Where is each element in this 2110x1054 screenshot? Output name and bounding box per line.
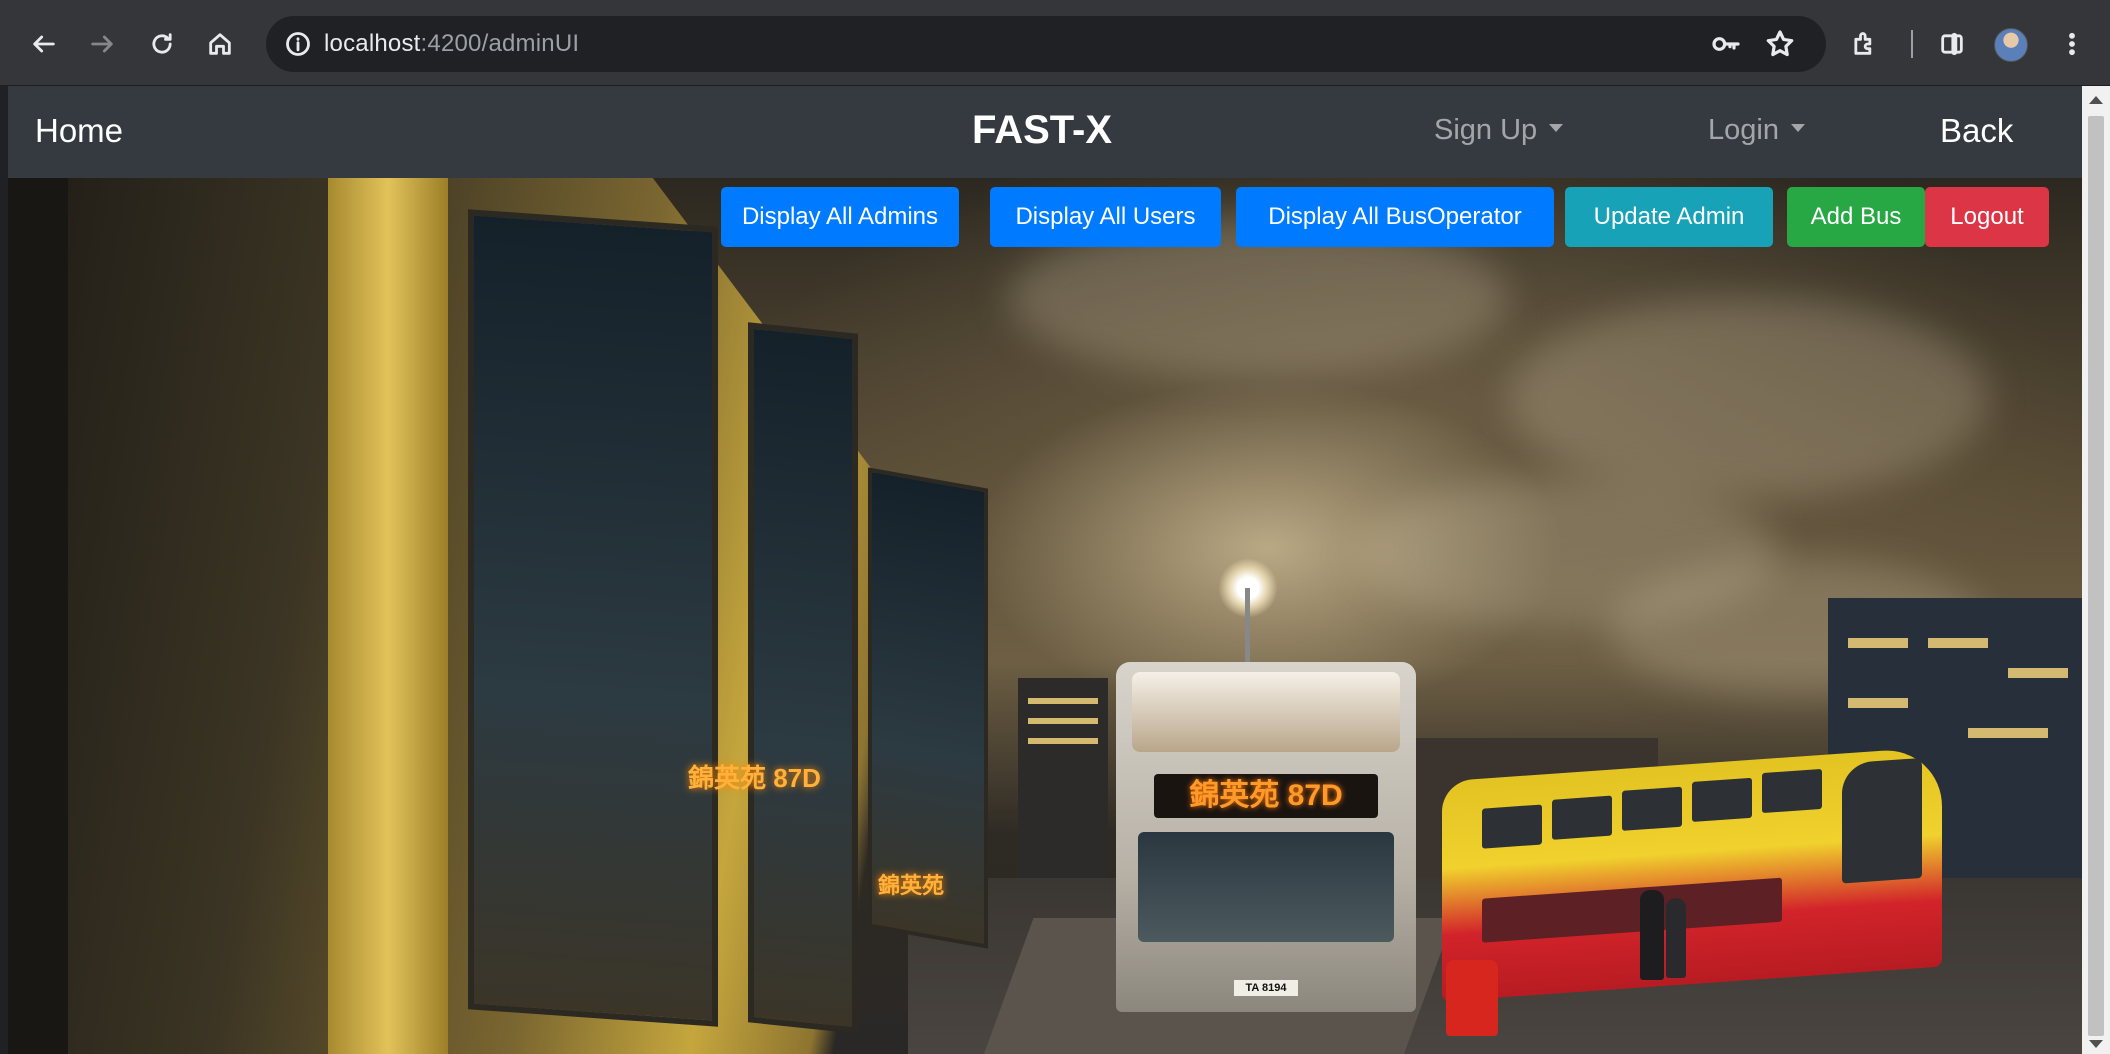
back-arrow-icon[interactable] bbox=[22, 22, 66, 66]
profile-avatar[interactable] bbox=[1994, 28, 2028, 62]
bus-station-background-image: 錦英苑 87D TA 8194 錦英苑 87D 錦英苑 bbox=[8, 178, 2082, 1054]
left-bus-closeup: 錦英苑 87D 錦英苑 bbox=[8, 178, 1048, 1054]
chevron-down-icon bbox=[1549, 124, 1564, 133]
home-icon[interactable] bbox=[198, 22, 242, 66]
page-viewport: Home FAST-X Sign Up Login Back 錦英苑 87D T… bbox=[8, 86, 2082, 1054]
red-yellow-bus bbox=[1442, 746, 1942, 1002]
forward-arrow-icon[interactable] bbox=[80, 22, 124, 66]
nav-home-link[interactable]: Home bbox=[35, 112, 123, 150]
update-admin-button[interactable]: Update Admin bbox=[1565, 187, 1773, 247]
login-dropdown[interactable]: Login bbox=[1708, 114, 1805, 147]
nav-back-link[interactable]: Back bbox=[1940, 112, 2013, 150]
browser-toolbar: localhost:4200/adminUI bbox=[0, 0, 2110, 86]
scroll-up-icon[interactable] bbox=[2089, 96, 2103, 104]
scroll-down-icon[interactable] bbox=[2089, 1040, 2103, 1048]
password-key-icon[interactable] bbox=[1710, 28, 1742, 60]
center-bus: 錦英苑 87D TA 8194 bbox=[1116, 662, 1416, 1012]
display-all-users-button[interactable]: Display All Users bbox=[990, 187, 1221, 247]
brand-title: FAST-X bbox=[972, 108, 1113, 152]
top-navbar: Home FAST-X Sign Up Login Back bbox=[8, 86, 2082, 178]
display-all-admins-button[interactable]: Display All Admins bbox=[721, 187, 959, 247]
signup-dropdown[interactable]: Sign Up bbox=[1434, 114, 1564, 147]
site-info-icon[interactable] bbox=[284, 30, 312, 58]
chevron-down-icon bbox=[1790, 124, 1805, 133]
bookmark-star-icon[interactable] bbox=[1764, 28, 1796, 60]
page-scrollbar[interactable] bbox=[2082, 86, 2110, 1054]
display-all-busoperator-button[interactable]: Display All BusOperator bbox=[1236, 187, 1554, 247]
url-text: localhost:4200/adminUI bbox=[324, 30, 580, 57]
bus-destination-display: 錦英苑 87D bbox=[1154, 774, 1378, 818]
license-plate: TA 8194 bbox=[1234, 980, 1298, 996]
red-bin bbox=[1446, 960, 1498, 1036]
scrollbar-thumb[interactable] bbox=[2088, 116, 2104, 1036]
add-bus-button[interactable]: Add Bus bbox=[1787, 187, 1925, 247]
extensions-puzzle-icon[interactable] bbox=[1842, 22, 1886, 66]
logout-button[interactable]: Logout bbox=[1925, 187, 2049, 247]
address-bar[interactable]: localhost:4200/adminUI bbox=[266, 16, 1826, 72]
toolbar-divider bbox=[1911, 30, 1913, 58]
reload-icon[interactable] bbox=[140, 22, 184, 66]
side-panel-icon[interactable] bbox=[1930, 22, 1974, 66]
kebab-menu-icon[interactable] bbox=[2050, 22, 2094, 66]
